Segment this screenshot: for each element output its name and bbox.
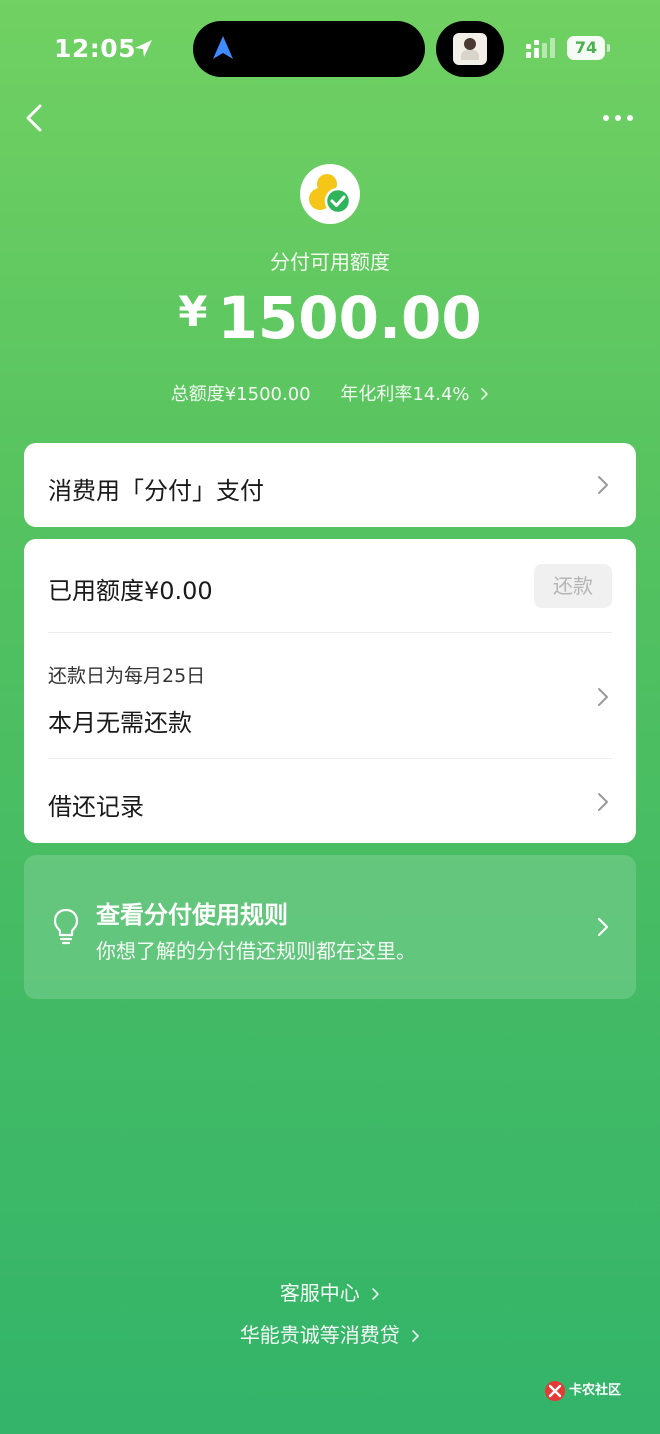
consumer-loan-link[interactable]: 华能贵诚等消费贷 (0, 1319, 660, 1348)
pay-with-fenfu-label: 消费用「分付」支付 (48, 477, 264, 505)
borrow-repay-records[interactable]: 借还记录 (48, 787, 144, 822)
annual-rate[interactable]: 年化利率14.4% (340, 380, 469, 406)
available-credit-amount: ¥1500.00 (0, 284, 660, 352)
chevron-right-icon (412, 1330, 419, 1342)
credit-meta[interactable]: 总额度¥1500.00 年化利率14.4% (0, 380, 660, 406)
status-time: 12:05 (54, 34, 137, 63)
available-credit-value: 1500.00 (217, 284, 482, 352)
chevron-right-icon (598, 688, 608, 706)
watermark: 卡农社区 (544, 1378, 628, 1406)
dynamic-island[interactable] (193, 21, 425, 77)
chevron-right-icon (597, 917, 609, 937)
due-status[interactable]: 本月无需还款 (48, 703, 192, 738)
fenfu-logo (300, 164, 360, 224)
back-button[interactable] (18, 100, 54, 136)
status-bar: 12:05 74 (0, 0, 660, 100)
navigation-arrow-icon (213, 36, 233, 59)
usage-card: 已用额度¥0.00 还款 还款日为每月25日 本月无需还款 借还记录 (24, 539, 636, 843)
customer-service-link[interactable]: 客服中心 (0, 1277, 660, 1306)
watermark-text: 卡农社区 (569, 1383, 622, 1398)
pay-with-fenfu-card[interactable]: 消费用「分付」支付 (24, 443, 636, 527)
fenfu-logo-icon (309, 174, 352, 215)
dynamic-island-activity[interactable] (436, 21, 504, 77)
location-arrow-icon (135, 40, 152, 57)
divider (48, 632, 612, 633)
chevron-right-icon (598, 476, 608, 494)
chevron-right-icon (372, 1288, 379, 1300)
available-credit-label: 分付可用额度 (270, 250, 390, 274)
activity-thumbnail (453, 33, 487, 65)
chevron-right-icon (481, 388, 489, 400)
consumer-loan-label: 华能贵诚等消费贷 (239, 1323, 400, 1347)
customer-service-label: 客服中心 (279, 1281, 360, 1305)
chevron-right-icon (598, 793, 608, 811)
more-button[interactable] (600, 106, 636, 130)
usage-rules-title: 查看分付使用规则 (96, 901, 288, 929)
total-limit: 总额度¥1500.00 (170, 384, 311, 405)
currency-symbol: ¥ (178, 287, 208, 336)
lightbulb-icon (53, 908, 79, 945)
divider (48, 758, 612, 759)
cellular-signal-icon (526, 38, 555, 58)
usage-rules-card[interactable]: 查看分付使用规则 你想了解的分付借还规则都在这里。 (24, 855, 636, 999)
used-credit-label: 已用额度¥0.00 (48, 577, 213, 605)
watermark-logo-icon (545, 1381, 565, 1401)
usage-rules-subtitle: 你想了解的分付借还规则都在这里。 (96, 939, 416, 963)
repay-button[interactable]: 还款 (534, 564, 612, 608)
battery-indicator: 74 (567, 36, 605, 60)
battery-cap (607, 44, 610, 52)
due-date-label: 还款日为每月25日 (48, 665, 206, 687)
